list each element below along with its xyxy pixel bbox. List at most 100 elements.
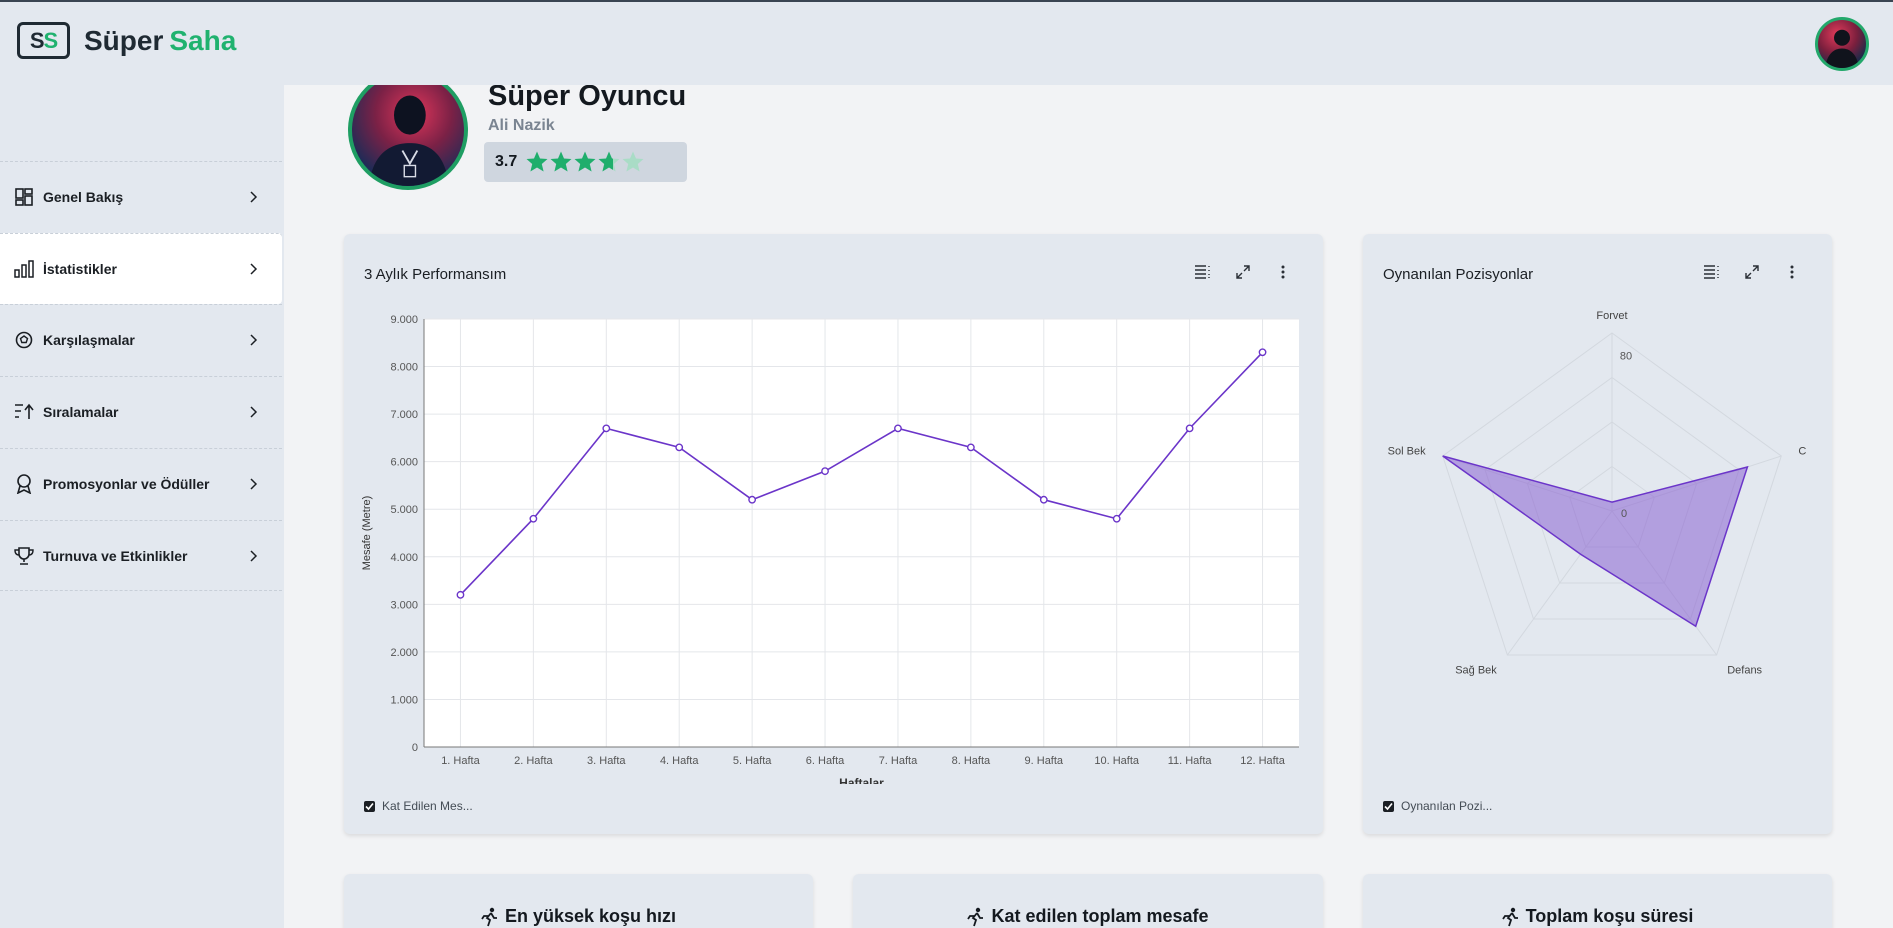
radar-axis-label: C [1798,445,1806,457]
data-point[interactable] [1185,424,1194,433]
x-tick-label: 10. Hafta [1094,755,1140,767]
running-person-icon [967,907,984,926]
positions-radar-chart: Forvet C Defans Sağ Bek Sol Bek 0 80 [1388,310,1807,677]
chevron-right-icon [240,546,268,566]
radar-scale-label: 80 [1620,351,1632,363]
star-icon [526,151,548,172]
checkbox-checked-icon [364,800,375,812]
data-point[interactable] [966,443,975,452]
data-point[interactable] [456,590,465,599]
profile-avatar [348,70,468,190]
user-avatar[interactable] [1815,17,1869,71]
y-tick-label: 6.000 [390,457,418,469]
performance-card: 3 Aylık Performansım 0 1.000 2.000 3.000 4.0… [344,234,1323,834]
sidebar: Genel Bakış İstatistikler Karşılaşmalar … [0,85,284,928]
positions-card-title: Oynanılan Pozisyonlar [1383,266,1534,283]
sidebar-item-label: Karşılaşmalar [43,332,135,348]
sidebar-item-label: Promosyonlar ve Ödüller [43,476,210,492]
dashboard-icon [14,187,34,207]
performance-legend[interactable]: Kat Edilen Mes... [364,799,473,813]
sidebar-item-istatistikler[interactable]: İstatistikler [0,233,282,304]
x-tick-label: 3. Hafta [587,755,626,767]
positions-card: Oynanılan Pozisyonlar Forvet C Defans Sağ B… [1363,234,1832,834]
x-tick-label: 8. Hafta [952,755,991,767]
running-person-icon [481,907,497,926]
player-silhouette-icon [368,95,450,186]
more-options-icon[interactable] [1772,260,1812,284]
stat-card-label: Kat edilen toplam mesafe [991,906,1209,926]
sidebar-item-turnuva[interactable]: Turnuva ve Etkinlikler [0,520,282,591]
sort-ranking-icon [14,402,34,422]
sidebar-item-promosyonlar[interactable]: Promosyonlar ve Ödüller [0,448,282,519]
data-point[interactable] [602,424,611,433]
radar-axis-label: Sol Bek [1388,445,1426,457]
card-toolbar [1183,260,1303,284]
data-point[interactable] [894,424,902,433]
data-point[interactable] [1039,495,1048,504]
sidebar-item-label: Sıralamalar [43,404,119,420]
stat-card-total-distance: Kat edilen toplam mesafe [853,874,1323,928]
brand-name: Süper Saha [84,25,236,57]
x-tick-label: 12. Hafta [1240,755,1286,767]
stat-card-total-run-time: Toplam koşu süresi [1363,874,1832,928]
sidebar-item-label: Turnuva ve Etkinlikler [43,547,188,564]
trophy-icon [14,546,34,566]
more-options-icon[interactable] [1263,260,1303,284]
y-tick-label: 1.000 [390,694,418,706]
y-tick-label: 9.000 [390,314,418,326]
stat-card-max-speed: En yüksek koşu hızı [344,874,813,928]
x-tick-label: 4. Hafta [660,755,699,767]
logo-mark-left: S [29,27,45,53]
y-tick-label: 5.000 [390,504,418,516]
x-tick-label: 6. Hafta [806,755,845,767]
list-view-icon[interactable] [1692,260,1732,284]
list-view-icon[interactable] [1183,260,1223,284]
positions-legend[interactable]: Oynanılan Pozi... [1383,799,1492,813]
soccer-ball-icon [14,330,34,350]
y-tick-label: 7.000 [390,409,418,421]
logo-mark: SS [17,22,70,59]
chevron-right-icon [240,474,268,494]
y-tick-label: 4.000 [390,552,418,564]
positions-legend-label: Oynanılan Pozi... [1401,799,1493,813]
expand-icon[interactable] [1223,260,1263,284]
performance-card-title: 3 Aylık Performansım [364,266,507,283]
x-tick-label: 1. Hafta [441,755,480,767]
data-point[interactable] [675,443,684,452]
brand-logo[interactable]: SS Süper Saha [17,22,236,59]
brand-name-right: Saha [169,24,237,56]
data-point[interactable] [1258,348,1267,357]
radar-axis-label: Defans [1727,665,1762,677]
rating-box: 3.7 [484,142,687,182]
sidebar-item-label: İstatistikler [43,261,117,277]
x-tick-label: 5. Hafta [733,755,772,767]
logo-mark-right: S [43,27,59,53]
y-tick-label: 0 [412,742,418,754]
data-point[interactable] [529,514,538,523]
radar-axis-label: Forvet [1596,310,1627,322]
stat-card-label: En yüksek koşu hızı [504,906,677,926]
chevron-right-icon [240,402,268,422]
sidebar-item-karsilasmalar[interactable]: Karşılaşmalar [0,304,282,375]
radar-axis-label: Sağ Bek [1455,665,1497,677]
data-point[interactable] [821,467,829,476]
x-tick-label: 9. Hafta [1025,755,1064,767]
stat-card-label: Toplam koşu süresi [1525,906,1694,926]
chevron-right-icon [240,259,268,279]
expand-icon[interactable] [1732,260,1772,284]
radar-scale-label: 0 [1621,508,1627,520]
top-bar: SS Süper Saha [0,0,1893,85]
sidebar-item-siralamalar[interactable]: Sıralamalar [0,376,282,447]
performance-legend-label: Kat Edilen Mes... [382,799,473,813]
data-point[interactable] [1112,514,1121,523]
plot-area [424,319,1299,747]
rating-value: 3.7 [495,153,518,170]
data-point[interactable] [748,495,757,504]
brand-name-left: Süper [84,24,164,56]
sidebar-item-genel-bakis[interactable]: Genel Bakış [0,161,282,232]
y-tick-label: 2.000 [390,647,418,659]
star-icon [550,151,572,172]
star-icon [574,151,596,172]
stat-card-title: Kat edilen toplam mesafe [853,906,1323,927]
chevron-right-icon [240,187,268,207]
